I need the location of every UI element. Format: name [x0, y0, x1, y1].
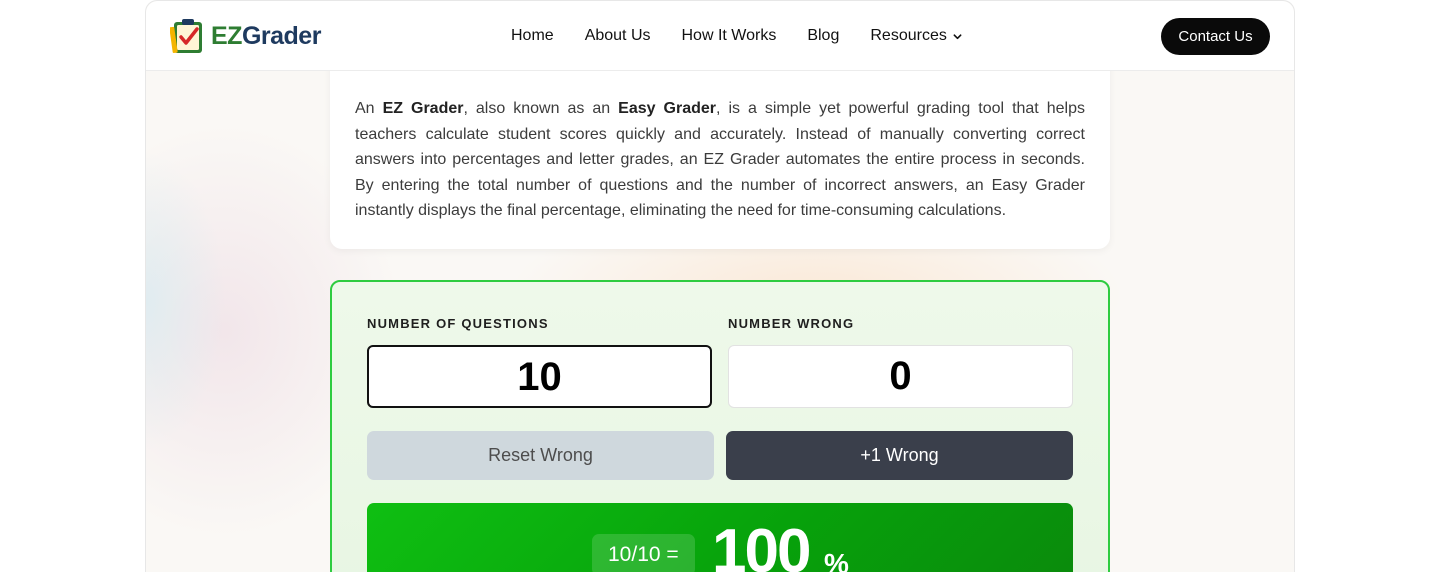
intro-card: An EZ Grader, also known as an Easy Grad… — [330, 61, 1110, 249]
wrong-label: NUMBER WRONG — [728, 316, 855, 331]
grader-calculator: NUMBER OF QUESTIONS NUMBER WRONG 10 0 Re… — [330, 280, 1110, 572]
logo[interactable]: EZGrader — [170, 17, 321, 55]
intro-bold-ez-grader: EZ Grader — [382, 100, 464, 117]
main-nav: Home About Us How It Works Blog Resource… — [511, 25, 993, 47]
clipboard-check-icon — [170, 19, 202, 54]
site-header: EZGrader Home About Us How It Works Blog… — [146, 1, 1294, 71]
result-panel: 10/10 = 100 % — [367, 503, 1073, 572]
nav-home[interactable]: Home — [511, 25, 554, 47]
intro-paragraph: An EZ Grader, also known as an Easy Grad… — [355, 100, 1085, 219]
nav-about-us[interactable]: About Us — [585, 25, 651, 47]
nav-blog[interactable]: Blog — [807, 25, 839, 47]
add-wrong-button[interactable]: +1 Wrong — [726, 431, 1073, 480]
contact-us-button[interactable]: Contact Us — [1161, 18, 1270, 55]
questions-input[interactable]: 10 — [367, 345, 712, 408]
result-percent-sign: % — [824, 548, 849, 572]
page-frame: EZGrader Home About Us How It Works Blog… — [145, 0, 1295, 572]
logo-grader: Grader — [241, 22, 321, 50]
logo-ez: EZ — [211, 22, 242, 50]
nav-resources[interactable]: Resources — [870, 25, 962, 47]
reset-wrong-button[interactable]: Reset Wrong — [367, 431, 714, 480]
intro-bold-easy-grader: Easy Grader — [618, 100, 716, 117]
chevron-down-icon — [953, 33, 962, 39]
result-percent: 100 — [712, 517, 811, 572]
result-fraction: 10/10 = — [592, 534, 695, 572]
nav-how-it-works[interactable]: How It Works — [682, 25, 777, 47]
questions-label: NUMBER OF QUESTIONS — [367, 316, 549, 331]
nav-resources-label: Resources — [870, 27, 947, 44]
wrong-input[interactable]: 0 — [728, 345, 1073, 408]
